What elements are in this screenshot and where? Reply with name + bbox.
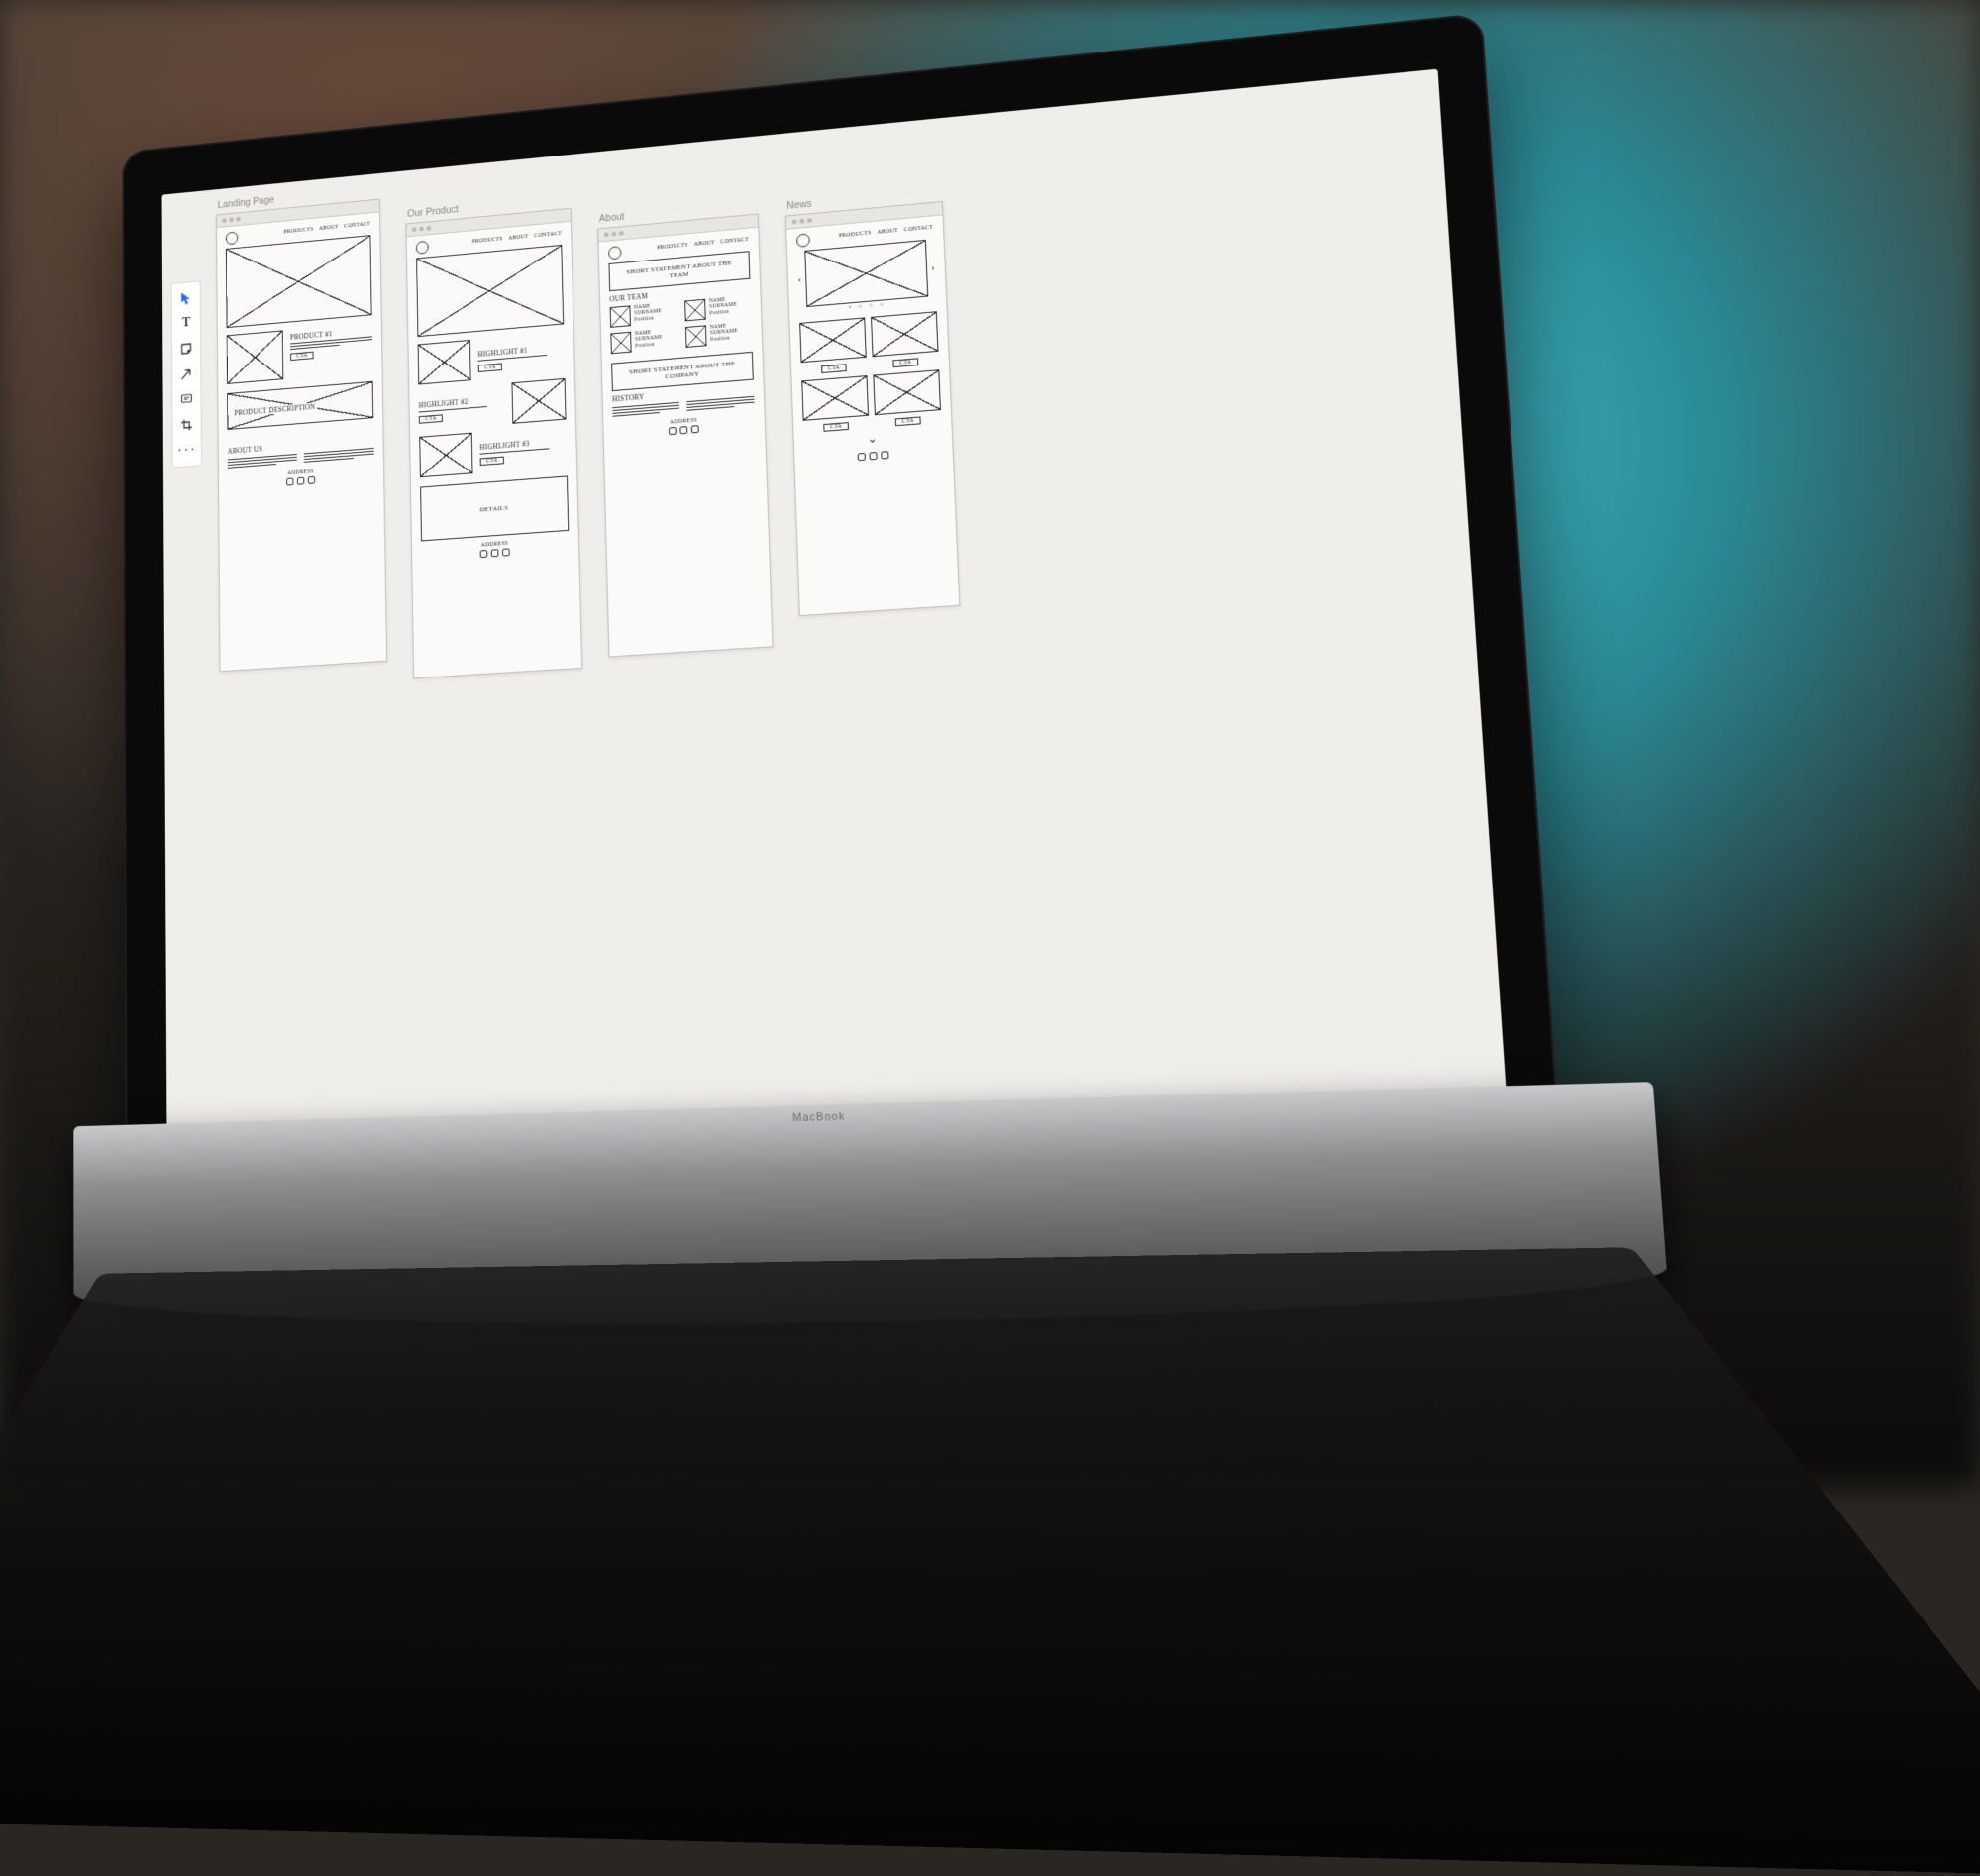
artboard-news[interactable]: News PRODUCTS ABOUT CONTACT xyxy=(784,185,960,615)
artboard-landing[interactable]: Landing Page PRODUCTS ABOUT CONT xyxy=(216,184,387,672)
nav-contact: CONTACT xyxy=(534,231,562,240)
laptop-screen: T ··· Landing Page xyxy=(161,68,1508,1158)
thumb-placeholder xyxy=(799,317,867,363)
cta-button: CTA xyxy=(821,364,847,373)
hero-image-placeholder xyxy=(226,235,372,328)
thumb-placeholder xyxy=(801,375,869,421)
text-tool[interactable]: T xyxy=(174,310,199,336)
cta-button: CTA xyxy=(290,351,314,360)
nav-products: PRODUCTS xyxy=(839,231,872,241)
logo-icon xyxy=(608,246,621,260)
laptop-keyboard xyxy=(0,1247,1980,1876)
avatar-placeholder xyxy=(685,325,707,348)
logo-icon xyxy=(416,240,429,254)
avatar-placeholder xyxy=(684,298,706,321)
details-box: DETAILS xyxy=(420,475,569,541)
nav-links: PRODUCTS ABOUT CONTACT xyxy=(839,225,934,240)
nav-about: ABOUT xyxy=(877,228,898,237)
nav-products: PRODUCTS xyxy=(657,243,688,252)
arrow-tool[interactable] xyxy=(174,361,199,386)
cta-button: CTA xyxy=(478,363,503,372)
logo-icon xyxy=(796,233,810,247)
nav-about: ABOUT xyxy=(508,234,529,242)
nav-links: PRODUCTS ABOUT CONTACT xyxy=(283,222,370,237)
wireframe-frame[interactable]: PRODUCTS ABOUT CONTACT HIGHLIGHT #1 xyxy=(405,207,582,677)
thumb-placeholder xyxy=(873,369,941,415)
hero-image-placeholder xyxy=(416,245,564,337)
wireframe-frame[interactable]: PRODUCTS ABOUT CONTACT ‹ › • ○ ○ ○ xyxy=(785,201,961,616)
avatar-placeholder xyxy=(610,305,631,328)
more-tool[interactable]: ··· xyxy=(174,437,199,463)
cta-button: CTA xyxy=(480,456,505,465)
cta-button: CTA xyxy=(823,422,849,432)
cta-button: CTA xyxy=(892,358,918,367)
nav-contact: CONTACT xyxy=(344,222,370,231)
comment-tool[interactable] xyxy=(174,386,199,412)
chevron-right-icon: › xyxy=(931,261,935,273)
tool-palette: T ··· xyxy=(171,280,202,468)
cta-button: CTA xyxy=(895,416,921,426)
nav-about: ABOUT xyxy=(319,225,339,233)
nav-links: PRODUCTS ABOUT CONTACT xyxy=(657,237,749,252)
avatar-placeholder xyxy=(610,331,631,354)
logo-icon xyxy=(226,231,238,245)
team-grid: NAME SURNAMEPosition NAME SURNAMEPositio… xyxy=(610,294,753,354)
product-image-placeholder xyxy=(227,330,284,383)
wireframe-app: T ··· Landing Page xyxy=(161,68,1508,1158)
nav-about: ABOUT xyxy=(694,240,715,249)
nav-products: PRODUCTS xyxy=(283,227,313,236)
laptop-mock: T ··· Landing Page xyxy=(122,13,1565,1239)
team-statement: SHORT STATEMENT ABOUT THE TEAM xyxy=(626,259,732,279)
highlight-image-placeholder xyxy=(419,432,472,477)
thumb-placeholder xyxy=(871,311,938,357)
news-grid: CTA CTA CTA CTA xyxy=(799,311,941,433)
artboard-about[interactable]: About PRODUCTS ABOUT CONTACT xyxy=(597,198,774,657)
nav-products: PRODUCTS xyxy=(472,237,503,246)
crop-tool[interactable] xyxy=(174,412,199,438)
cta-button: CTA xyxy=(419,414,443,423)
nav-contact: CONTACT xyxy=(720,237,749,246)
details-label: DETAILS xyxy=(479,503,508,513)
pointer-tool[interactable] xyxy=(173,285,198,311)
chevron-left-icon: ‹ xyxy=(797,273,801,285)
carousel-image-placeholder xyxy=(804,240,928,307)
highlight-image-placeholder xyxy=(511,378,566,424)
artboard-canvas[interactable]: Landing Page PRODUCTS ABOUT CONT xyxy=(216,82,1489,1127)
artboard-product[interactable]: Our Product PRODUCTS ABOUT CONTACT xyxy=(405,193,582,678)
company-statement: SHORT STATEMENT ABOUT THE COMPANY xyxy=(629,360,735,380)
wireframe-frame[interactable]: PRODUCTS ABOUT CONTACT SHORT STATEMENT A… xyxy=(597,213,773,657)
nav-contact: CONTACT xyxy=(904,225,934,234)
highlight-image-placeholder xyxy=(418,340,471,385)
carousel: ‹ › xyxy=(797,239,937,308)
note-tool[interactable] xyxy=(174,336,199,362)
wireframe-frame[interactable]: PRODUCTS ABOUT CONTACT PRODUCT #1 xyxy=(216,198,387,672)
nav-links: PRODUCTS ABOUT CONTACT xyxy=(472,231,562,246)
